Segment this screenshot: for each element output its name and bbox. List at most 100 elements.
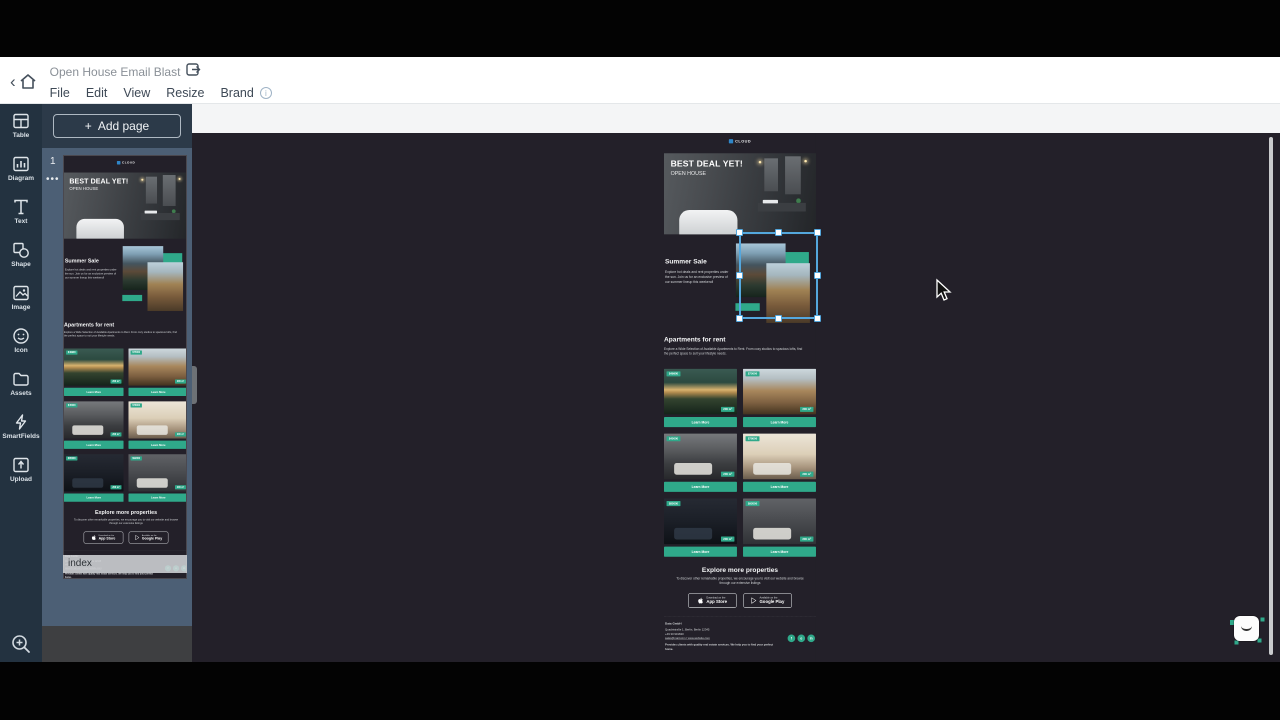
summer-sale-body[interactable]: Explore hot deals and rent properties un… <box>665 270 730 285</box>
summer-sale-image[interactable] <box>122 244 184 312</box>
apartments-title[interactable]: Apartments for rent <box>64 321 187 327</box>
explore-body[interactable]: To discover other remarkable properties,… <box>72 518 179 525</box>
resize-handle[interactable] <box>775 229 782 236</box>
sidebar-item-icon[interactable]: Icon <box>0 319 42 361</box>
apartments-body[interactable]: Explore a Wide Selection of Available Ap… <box>64 330 180 337</box>
page-thumbnail[interactable]: CLOUD BEST DEAL YET! OPEN HOUSE <box>63 155 187 579</box>
text-icon <box>12 198 30 216</box>
hero-subheadline[interactable]: OPEN HOUSE <box>69 186 128 191</box>
learn-more-button[interactable]: Learn More <box>128 388 187 396</box>
price-badge: $78000 <box>746 436 760 441</box>
image-icon <box>12 284 30 302</box>
add-page-button[interactable]: + Add page <box>53 114 181 138</box>
facebook-icon[interactable]: f <box>788 634 796 642</box>
back-chevron-icon[interactable]: ‹ <box>10 72 16 92</box>
brand-logo[interactable]: CLOUD <box>64 160 187 165</box>
email-page[interactable]: CLOUD BEST DEAL YET! OPEN HOUSE <box>64 156 187 579</box>
menu-view[interactable]: View <box>123 86 150 100</box>
menu-resize[interactable]: Resize <box>166 86 204 100</box>
learn-more-button[interactable]: Learn More <box>664 417 737 427</box>
learn-more-button[interactable]: Learn More <box>64 388 124 396</box>
canvas-scrollbar[interactable] <box>1269 137 1273 655</box>
property-card[interactable]: $45000 200 m² Learn More <box>664 434 737 492</box>
learn-more-button[interactable]: Learn More <box>64 441 124 449</box>
learn-more-button[interactable]: Learn More <box>743 482 816 492</box>
footer-blurb[interactable]: Provides clients with quality real estat… <box>665 643 774 651</box>
google-play-badge[interactable]: Available on the Google Play <box>129 531 169 543</box>
selection-box[interactable] <box>739 232 818 319</box>
resize-handle[interactable] <box>814 229 821 236</box>
explore-body[interactable]: To discover other remarkable properties,… <box>674 576 806 585</box>
learn-more-button[interactable]: Learn More <box>743 547 816 557</box>
app-store-badge[interactable]: Download on the App Store <box>688 593 737 608</box>
property-card[interactable]: $75000 200 m² Learn More <box>743 369 816 427</box>
hero-image[interactable]: BEST DEAL YET! OPEN HOUSE <box>64 173 187 239</box>
footer-company[interactable]: Data GmbH <box>665 621 774 626</box>
sidebar-item-image[interactable]: Image <box>0 276 42 318</box>
property-card[interactable]: $92000 200 m² Learn More <box>743 499 816 557</box>
learn-more-button[interactable]: Learn More <box>664 547 737 557</box>
summer-sale-title[interactable]: Summer Sale <box>665 258 730 266</box>
explore-title[interactable]: Explore more properties <box>664 566 816 574</box>
page-options-icon[interactable]: ••• <box>46 174 60 185</box>
sidebar-item-text[interactable]: Text <box>0 190 42 232</box>
resize-handle[interactable] <box>736 229 743 236</box>
property-card[interactable]: $78000 200 m² Learn More <box>743 434 816 492</box>
menu-edit[interactable]: Edit <box>86 86 108 100</box>
resize-handle[interactable] <box>736 272 743 279</box>
property-card[interactable]: $78000 200 m² Learn More <box>128 401 187 449</box>
page-list-item-1[interactable]: 1 ••• CLOUD BEST D <box>42 148 192 626</box>
linkedin-icon[interactable]: in <box>807 634 815 642</box>
learn-more-button[interactable]: Learn More <box>664 482 737 492</box>
zoom-icon[interactable] <box>9 632 33 661</box>
summer-sale-body[interactable]: Explore hot deals and rent properties un… <box>65 267 118 279</box>
page-name-field[interactable]: index <box>63 555 187 573</box>
learn-more-button[interactable]: Learn More <box>128 494 187 502</box>
apartments-title[interactable]: Apartments for rent <box>664 336 816 344</box>
home-icon[interactable] <box>18 72 38 92</box>
hero-headline[interactable]: BEST DEAL YET! <box>671 159 743 169</box>
footer-links[interactable]: sales@mail.com | www.website.com <box>665 636 774 640</box>
property-card[interactable]: $75000 200 m² Learn More <box>128 348 187 396</box>
property-card[interactable]: $49900 200 m² Learn More <box>64 348 124 396</box>
menu-file[interactable]: File <box>50 86 70 100</box>
resize-handle[interactable] <box>736 315 743 322</box>
property-card[interactable]: $92000 200 m² Learn More <box>128 454 187 502</box>
open-document-icon[interactable] <box>186 63 201 81</box>
footer-blurb[interactable]: Provides clients with quality real estat… <box>65 572 154 579</box>
page-thumbnail-preview: CLOUD BEST DEAL YET! OPEN HOUSE <box>64 156 187 579</box>
resize-handle[interactable] <box>814 315 821 322</box>
email-page[interactable]: CLOUD BEST DEAL YET! OPEN HOUSE <box>664 133 816 669</box>
property-card[interactable]: $85000 200 m² Learn More <box>664 499 737 557</box>
apartments-body[interactable]: Explore a Wide Selection of Available Ap… <box>664 347 806 356</box>
menu-brand[interactable]: Brand <box>220 86 253 100</box>
property-card[interactable]: $49900 200 m² Learn More <box>664 369 737 427</box>
property-card[interactable]: $85000 200 m² Learn More <box>64 454 124 502</box>
sidebar-item-diagram[interactable]: Diagram <box>0 147 42 189</box>
panel-collapse-handle[interactable] <box>192 366 197 404</box>
hero-headline[interactable]: BEST DEAL YET! <box>69 177 128 185</box>
sidebar-item-upload[interactable]: Upload <box>0 448 42 490</box>
sidebar-item-assets[interactable]: Assets <box>0 362 42 404</box>
brand-info-icon[interactable]: i <box>260 87 272 99</box>
document-title[interactable]: Open House Email Blast <box>50 65 181 79</box>
sidebar-item-shape[interactable]: Shape <box>0 233 42 275</box>
hero-subheadline[interactable]: OPEN HOUSE <box>671 170 743 176</box>
design-canvas[interactable]: CLOUD BEST DEAL YET! OPEN HOUSE <box>192 104 1280 662</box>
explore-title[interactable]: Explore more properties <box>64 509 187 515</box>
resize-handle[interactable] <box>814 272 821 279</box>
learn-more-button[interactable]: Learn More <box>64 494 124 502</box>
learn-more-button[interactable]: Learn More <box>128 441 187 449</box>
resize-handle[interactable] <box>775 315 782 322</box>
hero-image[interactable]: BEST DEAL YET! OPEN HOUSE <box>664 153 816 234</box>
app-store-badge[interactable]: Download on the App Store <box>84 531 124 543</box>
sidebar-item-table[interactable]: Table <box>0 104 42 146</box>
learn-more-button[interactable]: Learn More <box>743 417 816 427</box>
help-chat-button[interactable] <box>1234 616 1259 641</box>
instagram-icon[interactable]: o <box>797 634 805 642</box>
brand-logo[interactable]: CLOUD <box>664 138 816 144</box>
sidebar-item-smartfields[interactable]: SmartFields <box>0 405 42 447</box>
property-card[interactable]: $45000 200 m² Learn More <box>64 401 124 449</box>
summer-sale-title[interactable]: Summer Sale <box>65 258 118 264</box>
google-play-badge[interactable]: Available on the Google Play <box>743 593 792 608</box>
